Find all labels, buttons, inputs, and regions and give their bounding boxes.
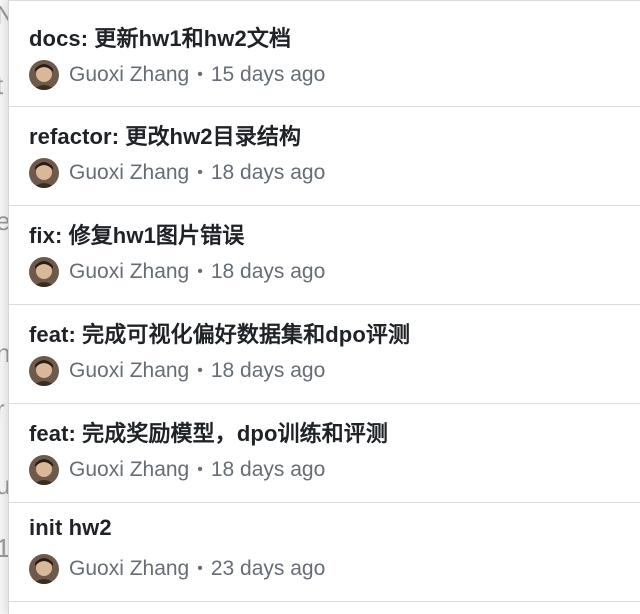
commit-age: 18 days ago bbox=[210, 161, 326, 184]
meta-separator: • bbox=[197, 66, 203, 83]
commit-age: 18 days ago bbox=[210, 359, 326, 382]
commit-meta: Guoxi Zhang • 23 days ago bbox=[29, 553, 325, 585]
commit-title: feat: 完成可视化偏好数据集和dpo评测 bbox=[29, 322, 411, 347]
commit-item[interactable]: docs: 更新hw1和hw2文档 Guoxi Zhang • 15 days … bbox=[9, 0, 640, 107]
commit-title: init hw2 bbox=[29, 515, 112, 540]
meta-separator: • bbox=[197, 461, 203, 478]
commit-author: Guoxi Zhang bbox=[69, 260, 190, 283]
commit-item[interactable]: feat: 完成可视化偏好数据集和dpo评测 Guoxi Zhang • 18 … bbox=[9, 305, 640, 404]
commit-meta: Guoxi Zhang • 18 days ago bbox=[29, 355, 325, 387]
commit-meta: Guoxi Zhang • 18 days ago bbox=[29, 157, 325, 189]
commit-title: refactor: 更改hw2目录结构 bbox=[29, 124, 302, 149]
commit-age: 15 days ago bbox=[210, 63, 326, 86]
meta-separator: • bbox=[197, 164, 203, 181]
background-text: t bbox=[0, 72, 3, 98]
commit-author: Guoxi Zhang bbox=[69, 458, 190, 481]
meta-separator: • bbox=[197, 560, 203, 577]
commit-meta: Guoxi Zhang • 18 days ago bbox=[29, 256, 325, 288]
user-avatar-icon bbox=[29, 158, 59, 188]
user-avatar-icon bbox=[29, 257, 59, 287]
commit-item[interactable]: feat: 完成奖励模型，dpo训练和评测 Guoxi Zhang • 18 d… bbox=[9, 404, 640, 503]
commit-history-dropdown: docs: 更新hw1和hw2文档 Guoxi Zhang • 15 days … bbox=[8, 0, 640, 614]
user-avatar-icon bbox=[29, 356, 59, 386]
background-text: r bbox=[0, 394, 5, 424]
commit-title: feat: 完成奖励模型，dpo训练和评测 bbox=[29, 421, 388, 446]
commit-meta: Guoxi Zhang • 15 days ago bbox=[29, 59, 325, 91]
commit-item[interactable]: refactor: 更改hw2目录结构 Guoxi Zhang • 18 day… bbox=[9, 107, 640, 206]
commit-title: fix: 修复hw1图片错误 bbox=[29, 223, 245, 248]
user-avatar-icon bbox=[29, 60, 59, 90]
user-avatar-icon bbox=[29, 455, 59, 485]
commit-title: docs: 更新hw1和hw2文档 bbox=[29, 26, 292, 51]
commit-author: Guoxi Zhang bbox=[69, 161, 190, 184]
commit-meta: Guoxi Zhang • 18 days ago bbox=[29, 454, 325, 486]
meta-separator: • bbox=[197, 263, 203, 280]
user-avatar-icon bbox=[29, 554, 59, 584]
commit-age: 18 days ago bbox=[210, 260, 326, 283]
commit-author: Guoxi Zhang bbox=[69, 63, 190, 86]
commit-age: 18 days ago bbox=[210, 458, 326, 481]
commit-author: Guoxi Zhang bbox=[69, 359, 190, 382]
meta-separator: • bbox=[197, 362, 203, 379]
commit-item[interactable]: fix: 修复hw1图片错误 Guoxi Zhang • 18 days ago bbox=[9, 206, 640, 305]
commit-age: 23 days ago bbox=[210, 557, 326, 580]
commit-item[interactable]: init hw2 Guoxi Zhang • 23 days ago bbox=[9, 503, 640, 602]
commit-author: Guoxi Zhang bbox=[69, 557, 190, 580]
